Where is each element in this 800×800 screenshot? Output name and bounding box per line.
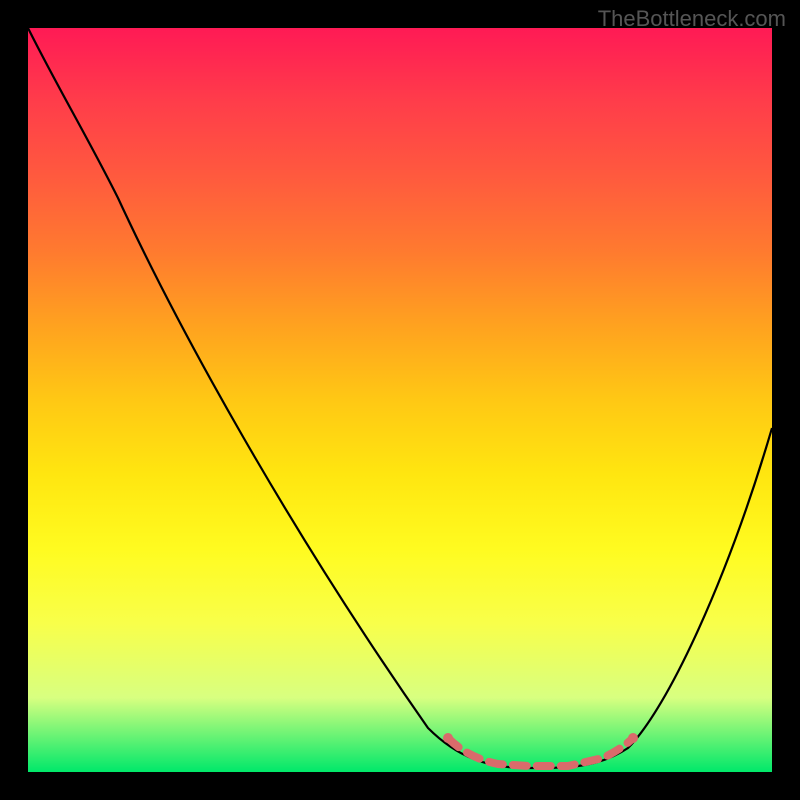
optimal-range-marker [448, 738, 633, 766]
plot-area [28, 28, 772, 772]
bottleneck-curve [28, 28, 772, 768]
optimal-range-end-icon [628, 733, 638, 743]
optimal-range-start-icon [443, 733, 453, 743]
watermark-text: TheBottleneck.com [598, 6, 786, 32]
bottleneck-chart [28, 28, 772, 772]
